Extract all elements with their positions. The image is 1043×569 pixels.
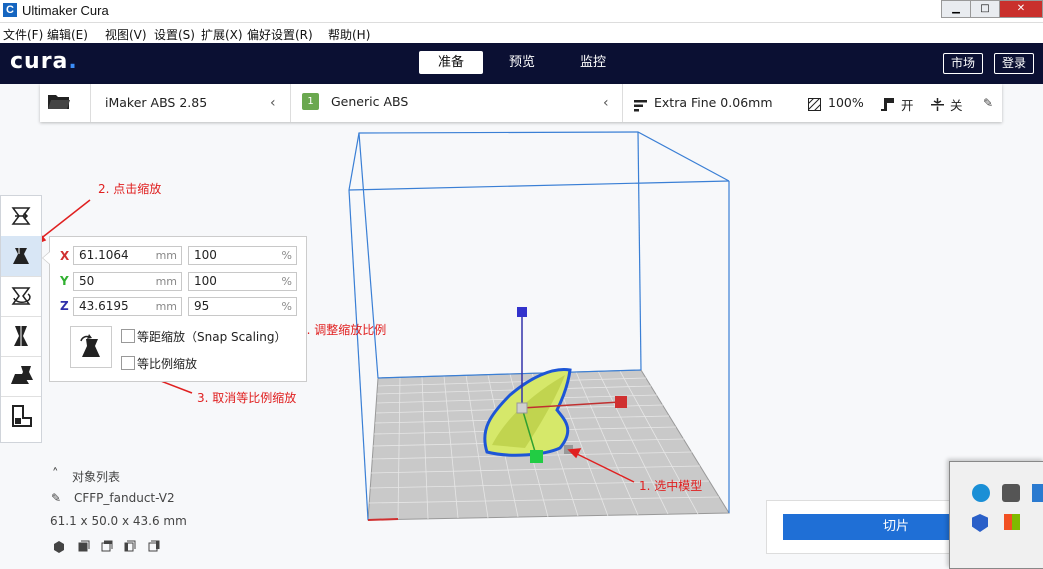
rotate-tool-button[interactable]: [1, 276, 41, 317]
view-front-icon[interactable]: [78, 540, 90, 552]
y-percent-input[interactable]: 100%: [188, 272, 297, 291]
view-3d-icon[interactable]: [54, 541, 64, 553]
x-axis-handle[interactable]: [615, 396, 627, 408]
pencil-icon: ✎: [51, 491, 62, 505]
x-percent-input[interactable]: 100%: [188, 246, 297, 265]
reset-scale-icon: [80, 334, 100, 357]
annotation-uncheck-uniform: 3. 取消等比例缩放: [197, 391, 297, 405]
y-axis-label: Y: [60, 274, 69, 288]
view-top-icon[interactable]: [101, 540, 113, 552]
snap-scaling-checkbox[interactable]: [121, 329, 135, 343]
view-buttons: [52, 539, 172, 558]
origin-x-marker: [367, 518, 399, 521]
y-axis-handle[interactable]: [530, 450, 543, 463]
snap-scaling-label: 等距缩放（Snap Scaling）: [137, 330, 287, 344]
object-dimensions: 61.1 x 50.0 x 43.6 mm: [50, 514, 187, 528]
object-list-title[interactable]: 对象列表: [72, 468, 120, 485]
move-tool-button[interactable]: [1, 196, 41, 237]
z-percent-input[interactable]: 95%: [188, 297, 297, 316]
x-mm-input[interactable]: 61.1064 mm: [73, 246, 182, 265]
y-mm-input[interactable]: 50 mm: [73, 272, 182, 291]
object-name[interactable]: CFFP_fanduct-V2: [74, 491, 175, 505]
z-axis-handle[interactable]: [517, 307, 527, 317]
z-axis-label: Z: [60, 299, 69, 313]
rotate-icon: [11, 287, 31, 305]
support-blocker-button[interactable]: [1, 396, 41, 436]
scale-tool-button[interactable]: [1, 236, 41, 277]
panel-pointer-fill: [43, 252, 50, 264]
tray-windows-icon[interactable]: [1004, 514, 1020, 530]
system-tray-popup: [949, 461, 1043, 569]
view-left-icon[interactable]: [124, 540, 136, 552]
z-mm-input[interactable]: 43.6195 mm: [73, 297, 182, 316]
reset-scale-button[interactable]: [70, 326, 112, 368]
x-axis-label: X: [60, 249, 70, 263]
scale-icon: [13, 248, 29, 264]
tray-shield-icon[interactable]: [972, 514, 988, 532]
annotation-select-model: 1. 选中模型: [639, 479, 703, 493]
tray-network-icon[interactable]: [1032, 484, 1043, 502]
move-icon: [11, 207, 31, 225]
center-handle[interactable]: [516, 402, 528, 414]
chevron-up-icon[interactable]: ˄: [52, 467, 59, 482]
tray-usb-icon[interactable]: [1002, 484, 1020, 502]
per-model-settings-button[interactable]: [1, 356, 41, 397]
support-blocker-icon: [12, 405, 32, 427]
annotation-adjust-scale: 4. 调整缩放比例: [299, 323, 387, 337]
mirror-icon: [14, 324, 28, 348]
annotation-click-scale: 2. 点击缩放: [98, 182, 162, 196]
view-right-icon[interactable]: [148, 540, 160, 552]
per-model-settings-icon: [11, 366, 33, 384]
uniform-scaling-label: 等比例缩放: [137, 357, 198, 371]
uniform-scaling-checkbox[interactable]: [121, 356, 135, 370]
tool-sidebar: [0, 195, 42, 443]
tray-app-icon[interactable]: [972, 484, 990, 502]
mirror-tool-button[interactable]: [1, 316, 41, 357]
